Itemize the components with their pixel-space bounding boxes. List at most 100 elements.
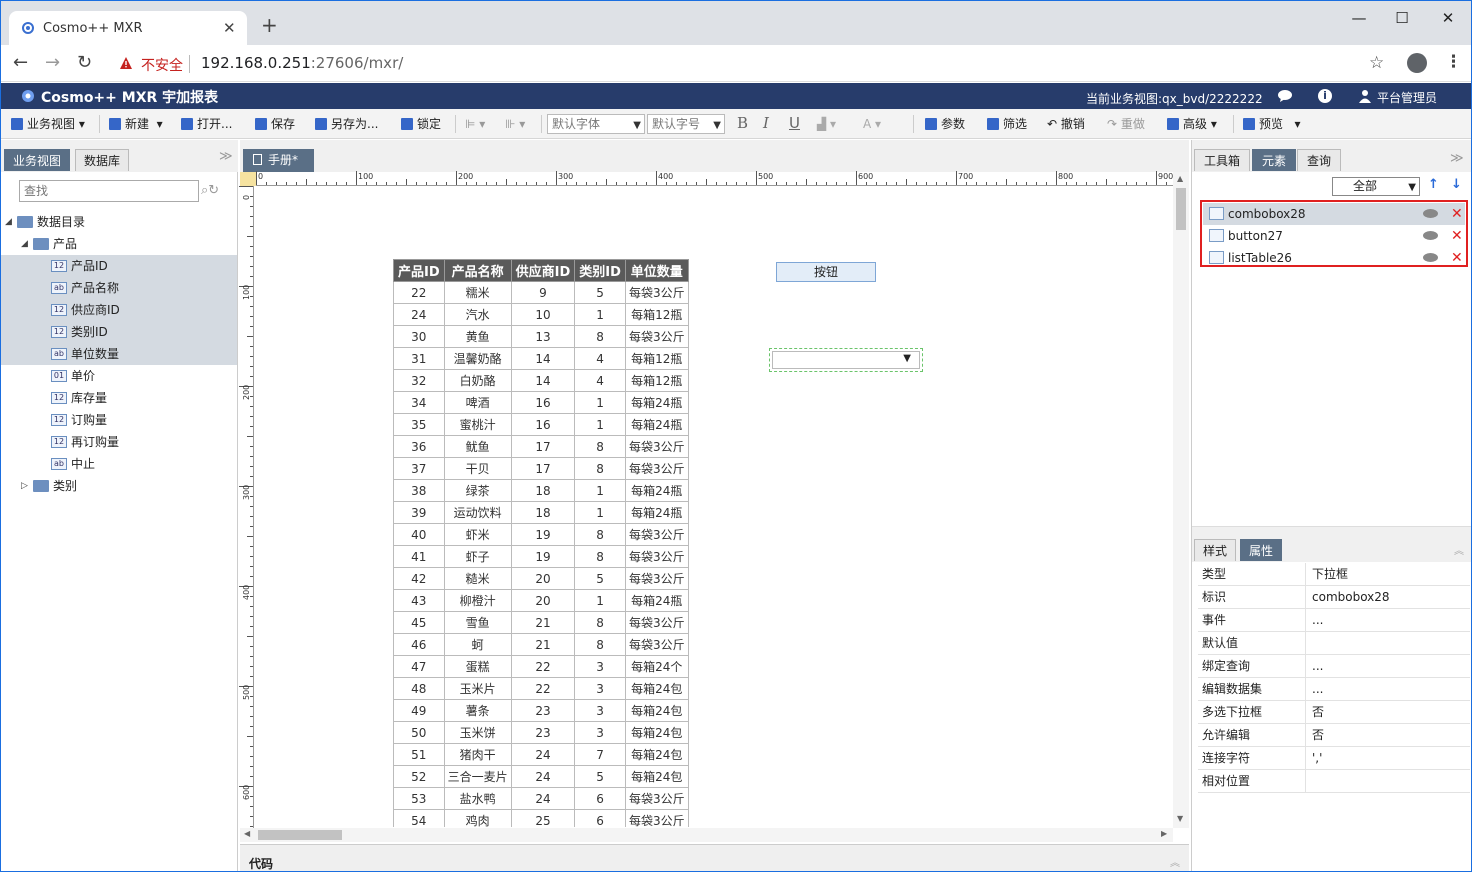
delete-icon[interactable]: ✕ <box>1451 226 1463 246</box>
table-cell[interactable]: 虾子 <box>443 545 512 568</box>
table-cell[interactable]: 18 <box>510 501 576 524</box>
property-value[interactable]: 否 <box>1312 701 1324 723</box>
table-cell[interactable]: 每箱24瓶 <box>624 391 689 414</box>
canvas-combobox[interactable]: ▼ <box>769 348 923 372</box>
table-cell[interactable]: 39 <box>393 501 445 524</box>
table-cell[interactable]: 24 <box>510 787 576 810</box>
table-cell[interactable]: 42 <box>393 567 445 590</box>
table-cell[interactable]: 54 <box>393 809 445 827</box>
business-view-menu[interactable]: 业务视图 ▾ <box>11 115 85 133</box>
table-cell[interactable]: 黄鱼 <box>443 325 512 348</box>
table-cell[interactable]: 22 <box>510 677 576 700</box>
table-cell[interactable]: 30 <box>393 325 445 348</box>
profile-icon[interactable] <box>1407 53 1427 73</box>
table-cell[interactable]: 6 <box>574 787 626 810</box>
table-row[interactable]: 24 汽水 10 1 每箱12瓶 <box>393 303 689 326</box>
font-size-select[interactable]: 默认字号 ▼ <box>647 114 725 134</box>
table-cell[interactable]: 每箱12瓶 <box>624 369 689 392</box>
table-cell[interactable]: 14 <box>510 369 576 392</box>
lock-button[interactable]: 锁定 <box>401 115 441 133</box>
vertical-scrollbar[interactable]: ▲ ▼ <box>1173 172 1189 828</box>
table-cell[interactable]: 8 <box>574 435 626 458</box>
table-cell[interactable]: 52 <box>393 765 445 788</box>
bookmark-star-icon[interactable]: ☆ <box>1369 53 1384 73</box>
code-panel-bar[interactable]: 代码 ︽ <box>240 844 1189 871</box>
italic-button[interactable]: I <box>763 114 769 132</box>
table-row[interactable]: 50 玉米饼 23 3 每箱24包 <box>393 721 689 744</box>
close-window-button[interactable]: ✕ <box>1438 9 1458 29</box>
bold-button[interactable]: B <box>737 114 748 132</box>
table-cell[interactable]: 46 <box>393 633 445 656</box>
table-cell[interactable]: 18 <box>510 479 576 502</box>
expand-icon[interactable]: ︽ <box>1170 854 1180 869</box>
table-cell[interactable]: 每箱24包 <box>624 677 689 700</box>
element-item[interactable]: combobox28 ✕ <box>1203 203 1465 225</box>
underline-button[interactable]: U <box>789 114 800 132</box>
table-cell[interactable]: 8 <box>574 523 626 546</box>
reload-icon[interactable]: ↻ <box>77 53 92 73</box>
table-cell[interactable]: 1 <box>574 303 626 326</box>
table-cell[interactable]: 玉米片 <box>443 677 512 700</box>
table-row[interactable]: 52 三合一麦片 24 5 每箱24包 <box>393 765 689 788</box>
table-cell[interactable]: 13 <box>510 325 576 348</box>
table-cell[interactable]: 每袋3公斤 <box>624 567 689 590</box>
collapse-properties-icon[interactable]: ︽ <box>1454 542 1464 557</box>
table-cell[interactable]: 23 <box>510 721 576 744</box>
table-cell[interactable]: 25 <box>510 809 576 827</box>
preview-menu[interactable]: 预览 ▾ <box>1243 115 1300 133</box>
table-cell[interactable]: 每袋3公斤 <box>624 325 689 348</box>
tree-item[interactable]: 01 单价 <box>1 365 237 387</box>
table-cell[interactable]: 21 <box>510 633 576 656</box>
table-cell[interactable]: 1 <box>574 391 626 414</box>
table-cell[interactable]: 虾米 <box>443 523 512 546</box>
table-row[interactable]: 32 白奶酪 14 4 每箱12瓶 <box>393 369 689 392</box>
property-row[interactable]: 绑定查询... <box>1198 655 1470 678</box>
table-cell[interactable]: 5 <box>574 281 626 304</box>
tab-business-view[interactable]: 业务视图 <box>4 149 71 171</box>
distribute-menu[interactable]: ⊪ ▾ <box>505 115 525 133</box>
table-cell[interactable]: 玉米饼 <box>443 721 512 744</box>
table-cell[interactable]: 鸡肉 <box>443 809 512 827</box>
tab-database[interactable]: 数据库 <box>75 149 130 171</box>
fill-color-menu[interactable]: ▟ ▾ <box>817 115 836 133</box>
table-cell[interactable]: 24 <box>510 743 576 766</box>
undo-button[interactable]: ↶ 撤销 <box>1047 115 1085 133</box>
table-cell[interactable]: 3 <box>574 699 626 722</box>
table-row[interactable]: 41 虾子 19 8 每袋3公斤 <box>393 545 689 568</box>
tab-elements[interactable]: 元素 <box>1252 149 1297 171</box>
scroll-up-icon[interactable]: ▲ <box>1177 174 1183 183</box>
visibility-eye-icon[interactable] <box>1423 209 1438 218</box>
table-cell[interactable]: 每袋3公斤 <box>624 435 689 458</box>
table-cell[interactable]: 8 <box>574 325 626 348</box>
table-cell[interactable]: 34 <box>393 391 445 414</box>
property-value[interactable]: ... <box>1312 655 1323 677</box>
property-row[interactable]: 默认值 <box>1198 632 1470 655</box>
table-cell[interactable]: 三合一麦片 <box>443 765 512 788</box>
table-cell[interactable]: 16 <box>510 413 576 436</box>
collapse-right-icon[interactable]: ≫ <box>1450 151 1464 166</box>
collapse-left-icon[interactable]: ≫ <box>219 149 233 164</box>
table-cell[interactable]: 每箱24瓶 <box>624 501 689 524</box>
property-value[interactable]: ',' <box>1312 747 1322 769</box>
table-cell[interactable]: 每袋3公斤 <box>624 809 689 827</box>
scroll-thumb[interactable] <box>258 830 342 840</box>
table-cell[interactable]: 蜜桃汁 <box>443 413 512 436</box>
table-row[interactable]: 49 薯条 23 3 每箱24包 <box>393 699 689 722</box>
table-row[interactable]: 45 雪鱼 21 8 每袋3公斤 <box>393 611 689 634</box>
table-row[interactable]: 46 蚵 21 8 每袋3公斤 <box>393 633 689 656</box>
tab-close-icon[interactable]: ✕ <box>223 19 236 37</box>
font-family-select[interactable]: 默认字体 ▼ <box>547 114 645 134</box>
table-row[interactable]: 34 啤酒 16 1 每箱24瓶 <box>393 391 689 414</box>
forward-icon[interactable]: → <box>45 53 60 73</box>
report-canvas[interactable]: 产品ID 产品名称 供应商ID 类别ID 单位数量 22 糯米 9 5 每袋3公斤 24 汽水 10 1 每… <box>255 187 1173 827</box>
move-down-icon[interactable]: ↓ <box>1451 177 1462 192</box>
table-cell[interactable]: 每袋3公斤 <box>624 545 689 568</box>
table-row[interactable]: 30 黄鱼 13 8 每袋3公斤 <box>393 325 689 348</box>
table-cell[interactable]: 31 <box>393 347 445 370</box>
table-cell[interactable]: 16 <box>510 391 576 414</box>
collapsed-arrow-icon[interactable]: ▷ <box>21 475 28 497</box>
table-cell[interactable]: 每箱12瓶 <box>624 303 689 326</box>
table-cell[interactable]: 45 <box>393 611 445 634</box>
table-cell[interactable]: 10 <box>510 303 576 326</box>
maximize-button[interactable]: ☐ <box>1392 9 1412 29</box>
